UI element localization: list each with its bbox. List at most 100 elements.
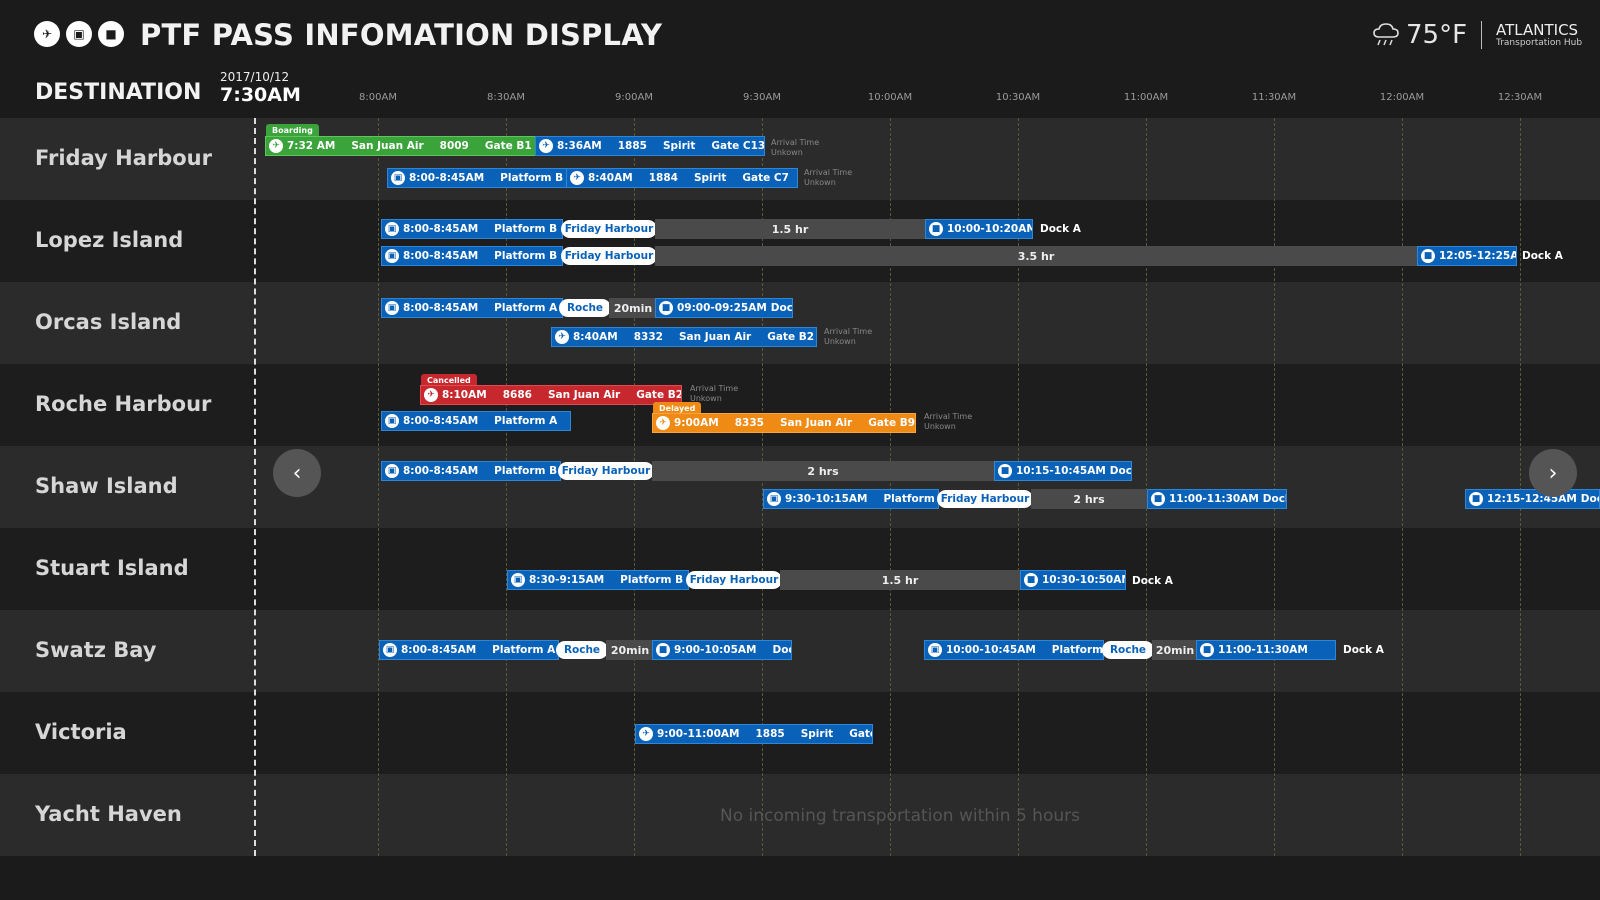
train-icon: ▣ — [385, 301, 399, 315]
arrival-note-line: Unkown — [771, 148, 803, 157]
trip-bar[interactable]: ■ 11:00-11:30AM Dock A — [1147, 489, 1287, 509]
travel-duration: 1.5 hr — [655, 219, 925, 239]
gridline — [1146, 118, 1147, 856]
trip-number: 1885 — [617, 140, 647, 152]
trip-time: 8:00-8:45AM — [403, 302, 479, 314]
arrival-note-line: Arrival Time — [924, 412, 973, 421]
trip-bar[interactable]: ▣ 8:30-9:15AM Platform B — [507, 570, 689, 590]
trip-arrival: 09:00-09:25AM — [677, 302, 767, 314]
trip-bar[interactable]: ▣ 8:00-8:45AM Platform B — [381, 246, 563, 266]
trip-arrival: 12:05-12:25AM — [1439, 250, 1516, 262]
arrival-note-line: Arrival Time — [804, 168, 853, 177]
train-icon: ▣ — [767, 492, 781, 506]
trip-gate: Gate B2 — [636, 389, 682, 401]
arrival-note: Arrival Time Unkown — [771, 138, 819, 158]
trip-bar[interactable]: ■ 10:15-10:45AM Dock A — [994, 461, 1132, 481]
gridline — [1402, 118, 1403, 856]
trip-dock: Dock A — [1580, 493, 1599, 505]
trip-bar[interactable]: ■ 12:05-12:25AM — [1417, 246, 1517, 266]
train-icon: ▣ — [391, 171, 405, 185]
trip-time: 9:30-10:15AM — [785, 493, 868, 505]
trip-time: 9:00-11:00AM — [657, 728, 740, 740]
current-date: 2017/10/12 — [220, 70, 290, 84]
next-page-button[interactable]: › — [1529, 449, 1577, 497]
trip-gate: Gate B9 — [868, 417, 916, 429]
trip-time: 8:36AM — [557, 140, 602, 152]
travel-duration: 3.5 hr — [655, 246, 1417, 266]
time-tick: 9:00AM — [615, 92, 653, 103]
trip-time: 7:32 AM — [287, 140, 336, 152]
trip-time: 8:00-8:45AM — [403, 223, 479, 235]
trip-carrier: San Juan Air — [351, 140, 424, 152]
prev-page-button[interactable]: ‹ — [273, 449, 321, 497]
transfer-pill: Roche — [559, 299, 611, 317]
trip-carrier: San Juan Air — [547, 389, 621, 401]
trip-bar[interactable]: ✈ 8:36AM 1885 Spirit Gate C13 — [535, 136, 765, 156]
trip-bar[interactable]: ▣ 9:30-10:15AM Platform B — [763, 489, 939, 509]
arrival-note: Arrival Time Unkown — [804, 168, 852, 188]
trip-bar[interactable]: ▣ 8:00-8:45AM Platform B — [387, 168, 571, 188]
trip-carrier: San Juan Air — [779, 417, 853, 429]
trip-bar[interactable]: ▣ 8:00-8:45AM Platform B — [381, 461, 561, 481]
trip-platform: Platform A — [492, 644, 556, 656]
transport-mode-icons: ✈ ▣ ■ — [34, 21, 124, 47]
destination-column-label: DESTINATION — [35, 80, 202, 105]
trip-carrier: San Juan Air — [678, 331, 752, 343]
trip-gate: Gate C7 — [742, 172, 789, 184]
time-tick: 12:00AM — [1379, 92, 1425, 103]
trip-bar[interactable]: ■ 10:00-10:20AM — [925, 219, 1033, 239]
transfer-pill: Roche — [1102, 641, 1154, 659]
trip-gate: Gate C13 — [849, 728, 872, 740]
trip-arrival: 10:00-10:20AM — [947, 223, 1033, 235]
trip-dock: Dock A — [1132, 575, 1173, 587]
trip-time: 8:00-8:45AM — [403, 465, 479, 477]
trip-bar[interactable]: ■ 09:00-09:25AM Dock B — [655, 298, 793, 318]
trip-bar[interactable]: ✈ 9:00AM 8335 San Juan Air Gate B9 — [652, 413, 916, 433]
row-roche-harbour — [0, 364, 1600, 446]
trip-bar[interactable]: ■ 12:15-12:45AM Dock A — [1465, 489, 1600, 509]
trip-gate: Gate B2 — [767, 331, 815, 343]
trip-bar[interactable]: ▣ 8:00-8:45AM Platform B — [381, 219, 563, 239]
destination-name: Friday Harbour — [35, 146, 212, 170]
trip-bar[interactable]: ✈ 9:00-11:00AM 1885 Spirit Gate C13 — [635, 724, 873, 744]
bus-icon: ■ — [1151, 492, 1165, 506]
row-friday-harbour — [0, 118, 1600, 200]
time-tick: 8:30AM — [487, 92, 525, 103]
current-time: 7:30AM — [220, 84, 301, 106]
arrival-note: Arrival Time Unkown — [690, 384, 738, 404]
bus-icon: ■ — [998, 464, 1012, 478]
transfer-pill: Roche — [556, 641, 608, 659]
app-title: PTF PASS INFOMATION DISPLAY — [140, 18, 663, 52]
destination-name: Yacht Haven — [35, 802, 182, 826]
plane-icon: ✈ — [269, 139, 283, 153]
trip-time: 8:30-9:15AM — [529, 574, 605, 586]
destination-name: Swatz Bay — [35, 638, 157, 662]
trip-arrival: 10:30-10:50AM — [1042, 574, 1126, 586]
trip-bar[interactable]: ✈ 8:40AM 8332 San Juan Air Gate B2 — [551, 327, 817, 347]
trip-dock: Dock A — [1109, 465, 1132, 477]
trip-bar[interactable]: ✈ 8:10AM 8686 San Juan Air Gate B2 — [420, 385, 682, 405]
time-tick: 9:30AM — [743, 92, 781, 103]
trip-time: 8:00-8:45AM — [403, 415, 479, 427]
trip-platform: Platform A — [494, 415, 558, 427]
travel-duration: 2 hrs — [652, 461, 994, 481]
trip-bar[interactable]: ▣ 8:00-8:45AM Platform A — [379, 640, 559, 660]
trip-bar[interactable]: ▣ 10:00-10:45AM Platform A — [924, 640, 1104, 660]
trip-bar[interactable]: ▣ 8:00-8:45AM Platform A — [381, 411, 571, 431]
destination-name: Victoria — [35, 720, 127, 744]
trip-bar[interactable]: ■ 11:00-11:30AM — [1196, 640, 1336, 660]
bus-icon: ■ — [1469, 492, 1483, 506]
trip-arrival: 10:15-10:45AM — [1016, 465, 1106, 477]
trip-bar[interactable]: ■ 9:00-10:05AM Dock A — [652, 640, 792, 660]
destination-name: Lopez Island — [35, 228, 184, 252]
trip-bar[interactable]: ■ 10:30-10:50AM — [1020, 570, 1126, 590]
trip-bar[interactable]: ✈ 8:40AM 1884 Spirit Gate C7 — [566, 168, 798, 188]
trip-bar[interactable]: ▣ 8:00-8:45AM Platform A — [381, 298, 563, 318]
trip-platform: Platform A — [494, 302, 558, 314]
trip-bar[interactable]: ✈ 7:32 AM San Juan Air 8009 Gate B1 — [265, 136, 537, 156]
train-icon: ▣ — [385, 222, 399, 236]
bus-icon: ■ — [929, 222, 943, 236]
transfer-pill: Friday Harbour — [686, 571, 782, 589]
trip-dock: Dock A — [1343, 644, 1384, 656]
time-tick: 10:00AM — [867, 92, 913, 103]
